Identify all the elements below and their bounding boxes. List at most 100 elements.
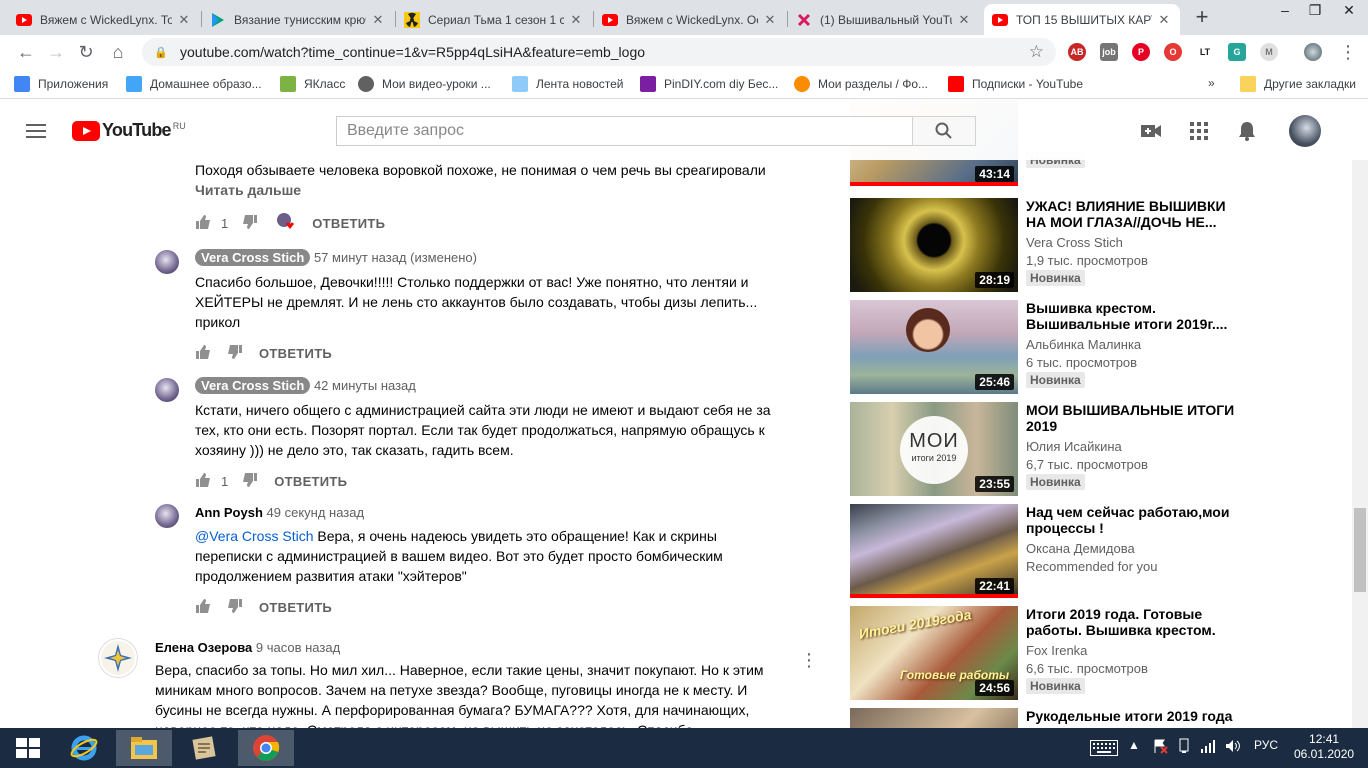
video-thumbnail[interactable]: Итоги 2019года Готовые работы 24:56 [850,606,1018,700]
restore-button[interactable]: ❐ [1300,0,1330,22]
author-name[interactable]: Vera Cross Stich [195,249,311,266]
file-explorer-taskbar-button[interactable] [116,730,172,766]
browser-tab[interactable]: (1) Вышивальный YouTu ✕ [788,4,980,35]
video-title[interactable]: Над чем сейчас работаю,мои процессы ! [1026,504,1236,536]
thumbs-down-icon[interactable] [227,598,243,617]
forward-icon[interactable]: → [44,40,68,64]
notifications-bell-icon[interactable] [1236,120,1258,142]
minimize-button[interactable]: – [1270,0,1300,22]
home-icon[interactable]: ⌂ [106,40,130,64]
tray-expand-icon[interactable]: ▲ [1128,738,1140,752]
bookmark-item[interactable]: Мои видео-уроки ... [358,76,491,92]
comment-time[interactable]: 57 минут назад (изменено) [314,250,477,265]
bookmark-item[interactable]: Домашнее образо... [126,76,262,92]
channel-name[interactable]: Fox Irenka [1026,643,1087,658]
video-title[interactable]: Итоги 2019 года. Готовые работы. Вышивка… [1026,606,1236,638]
apps-grid-icon[interactable] [1188,120,1210,142]
job-extension-icon[interactable]: job [1100,43,1118,61]
video-thumbnail[interactable]: 25:46 [850,300,1018,394]
more-bookmarks-button[interactable]: » [1208,76,1215,90]
close-icon[interactable]: ✕ [762,12,778,28]
bookmark-item[interactable]: PinDIY.com diy Бес... [640,76,778,92]
thumbs-up-icon[interactable] [195,344,211,363]
thumbs-up-icon[interactable] [195,472,211,491]
video-thumbnail[interactable]: 22:41 [850,504,1018,598]
browser-tab[interactable]: Сериал Тьма 1 сезон 1 с ✕ [396,4,592,35]
browser-tab-active[interactable]: ТОП 15 ВЫШИТЫХ КАРТ ✕ [984,4,1180,35]
internet-explorer-taskbar-button[interactable] [56,730,112,766]
adblock-extension-icon[interactable]: AB [1068,43,1086,61]
system-clock[interactable]: 12:41 06.01.2020 [1294,732,1354,762]
close-icon[interactable]: ✕ [370,12,386,28]
usb-drive-icon[interactable] [1176,738,1192,757]
new-tab-button[interactable]: + [1190,6,1214,30]
back-icon[interactable]: ← [14,40,38,64]
thumbs-down-icon[interactable] [242,214,258,233]
close-icon[interactable]: ✕ [956,12,972,28]
bookmark-item[interactable]: Подписки - YouTube [948,76,1083,92]
related-video[interactable]: 28:19 УЖАС! ВЛИЯНИЕ ВЫШИВКИ НА МОИ ГЛАЗА… [848,198,1348,294]
opera-extension-icon[interactable]: O [1164,43,1182,61]
browser-tab[interactable]: Вязание тунисским крюч ✕ [202,4,394,35]
related-video[interactable]: МОИ итоги 2019 23:55 МОИ ВЫШИВАЛЬНЫЕ ИТО… [848,402,1348,498]
thumbs-up-icon[interactable] [195,214,211,233]
bookmark-item[interactable]: Лента новостей [512,76,624,92]
thumbs-down-icon[interactable] [242,472,258,491]
address-bar[interactable]: 🔒 youtube.com/watch?time_continue=1&v=R5… [142,38,1056,66]
channel-name[interactable]: Юлия Исайкина [1026,439,1122,454]
pinterest-icon[interactable]: P [1132,43,1150,61]
close-window-button[interactable]: ✕ [1334,0,1364,22]
video-title[interactable]: УЖАС! ВЛИЯНИЕ ВЫШИВКИ НА МОИ ГЛАЗА//ДОЧЬ… [1026,198,1236,230]
lt-extension-icon[interactable]: LT [1196,43,1214,61]
video-thumbnail[interactable]: МОИ итоги 2019 23:55 [850,402,1018,496]
related-video[interactable]: 22:41 Над чем сейчас работаю,мои процесс… [848,504,1348,600]
video-title[interactable]: Рукодельные итоги 2019 года [1026,708,1236,724]
comment-time[interactable]: 42 минуты назад [314,378,416,393]
reply-button[interactable]: ОТВЕТИТЬ [274,474,347,489]
video-title[interactable]: Вышивка крестом. Вышивальные итоги 2019г… [1026,300,1236,332]
author-name[interactable]: Елена Озерова [155,640,252,655]
scrollbar-thumb[interactable] [1354,508,1366,592]
account-avatar[interactable] [1289,115,1321,147]
related-video[interactable]: Рукодельные итоги 2019 года [848,708,1348,728]
start-button[interactable] [0,730,56,766]
video-thumbnail[interactable]: 28:19 [850,198,1018,292]
thumbs-up-icon[interactable] [195,598,211,617]
avatar[interactable] [155,378,179,402]
close-icon[interactable]: ✕ [176,12,192,28]
author-name[interactable]: Ann Poysh [195,505,263,520]
reply-button[interactable]: ОТВЕТИТЬ [259,600,332,615]
youtube-logo[interactable]: YouTube RU [72,120,186,141]
language-indicator[interactable]: РУС [1254,738,1278,752]
translate-extension-icon[interactable]: G [1228,43,1246,61]
browser-tab[interactable]: Вяжем с WickedLynx. Ос ✕ [594,4,786,35]
channel-name[interactable]: Vera Cross Stich [1026,235,1123,250]
search-input[interactable]: Введите запрос [336,116,912,146]
menu-dots-icon[interactable]: ⋮ [1336,40,1360,64]
close-icon[interactable]: ✕ [1156,12,1172,28]
thumbs-down-icon[interactable] [227,344,243,363]
profile-avatar[interactable] [1304,43,1322,61]
m-extension-icon[interactable]: M [1260,43,1278,61]
mention-link[interactable]: @Vera Cross Stich [195,528,313,544]
keyboard-icon[interactable] [1090,740,1118,759]
related-video[interactable]: 25:46 Вышивка крестом. Вышивальные итоги… [848,300,1348,396]
author-name[interactable]: Vera Cross Stich [195,377,311,394]
browser-tab[interactable]: Вяжем с WickedLynx. Тол ✕ [8,4,200,35]
video-title[interactable]: МОИ ВЫШИВАЛЬНЫЕ ИТОГИ 2019 [1026,402,1236,434]
comment-menu-icon[interactable]: ⋮ [800,650,818,671]
app-taskbar-button[interactable] [176,730,232,766]
create-video-icon[interactable] [1140,120,1162,142]
other-bookmarks-folder[interactable]: Другие закладки [1240,76,1356,92]
volume-icon[interactable] [1224,738,1242,757]
reply-button[interactable]: ОТВЕТИТЬ [259,346,332,361]
bookmark-apps[interactable]: Приложения [14,76,108,92]
avatar[interactable] [98,638,138,678]
action-center-flag-icon[interactable] [1152,738,1168,757]
reply-button[interactable]: ОТВЕТИТЬ [312,216,385,231]
read-more-link[interactable]: Читать дальше [195,182,301,198]
channel-name[interactable]: Оксана Демидова [1026,541,1135,556]
close-icon[interactable]: ✕ [568,12,584,28]
chrome-taskbar-button[interactable] [238,730,294,766]
reload-icon[interactable]: ↻ [74,40,98,64]
